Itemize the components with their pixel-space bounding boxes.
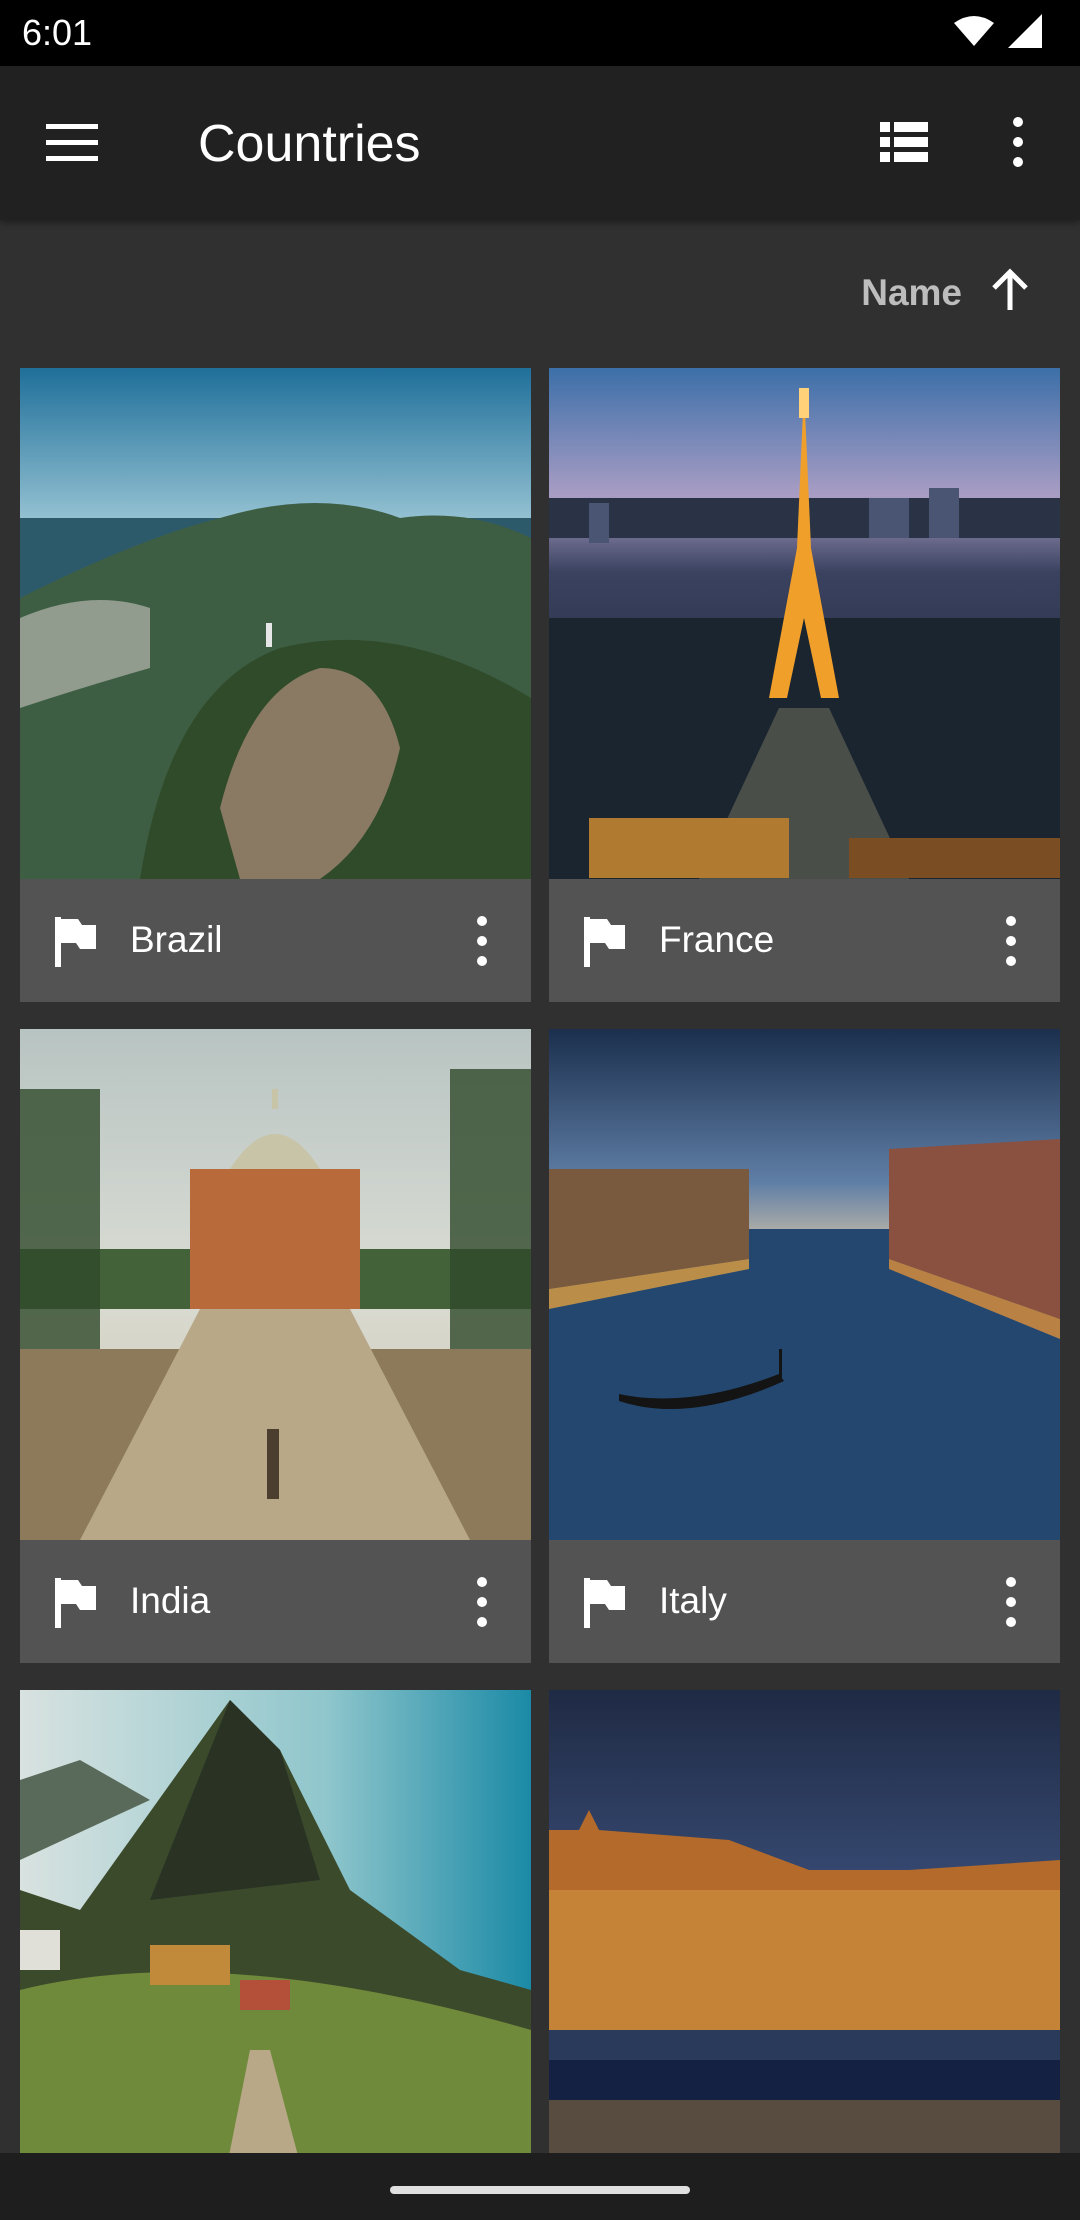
wifi-icon	[954, 16, 994, 46]
app-bar: Countries	[0, 66, 1080, 220]
more-vert-icon[interactable]	[470, 1576, 494, 1628]
arrow-up-icon[interactable]	[988, 268, 1032, 314]
status-bar: 6:01	[0, 0, 1080, 66]
more-vert-icon[interactable]	[999, 1576, 1023, 1628]
sort-label[interactable]: Name	[861, 272, 962, 314]
cell-signal-icon	[1008, 14, 1042, 48]
rio-de-janeiro-aerial-photo	[20, 368, 531, 879]
country-grid: Brazil France India Italy	[0, 368, 1080, 2153]
status-icons	[954, 14, 1042, 48]
flag-icon	[584, 917, 625, 967]
more-vert-icon[interactable]	[999, 915, 1023, 967]
country-card-5[interactable]	[20, 1690, 531, 2153]
flag-icon	[55, 917, 96, 967]
home-gesture-handle[interactable]	[390, 2186, 690, 2194]
hamburger-menu-icon[interactable]	[44, 120, 100, 166]
list-view-icon[interactable]	[878, 118, 930, 166]
flag-icon	[584, 1578, 625, 1628]
page-title: Countries	[198, 115, 421, 173]
flag-icon	[55, 1578, 96, 1628]
card-footer: Brazil	[20, 879, 531, 1002]
country-card-india[interactable]: India	[20, 1029, 531, 1663]
country-card-italy[interactable]: Italy	[549, 1029, 1060, 1663]
card-footer: Italy	[549, 1540, 1060, 1663]
country-card-6[interactable]	[549, 1690, 1060, 2153]
sort-bar[interactable]: Name	[0, 220, 1080, 364]
venice-grand-canal-dusk-photo	[549, 1029, 1060, 1540]
navigation-bar	[0, 2153, 1080, 2220]
country-card-brazil[interactable]: Brazil	[20, 368, 531, 1002]
mountain-village-boardwalk-photo	[20, 1690, 531, 2153]
card-footer: France	[549, 879, 1060, 1002]
more-vert-icon[interactable]	[1000, 114, 1036, 170]
country-name: Brazil	[130, 919, 223, 960]
card-footer: India	[20, 1540, 531, 1663]
country-name: France	[659, 919, 775, 960]
paris-eiffel-tower-night-photo	[549, 368, 1060, 879]
country-name: India	[130, 1580, 211, 1621]
country-card-france[interactable]: France	[549, 368, 1060, 1002]
more-vert-icon[interactable]	[470, 915, 494, 967]
status-time: 6:01	[22, 12, 93, 53]
country-name: Italy	[659, 1580, 727, 1621]
tomb-with-palm-trees-photo	[20, 1029, 531, 1540]
riverside-old-town-night-photo	[549, 1690, 1060, 2153]
